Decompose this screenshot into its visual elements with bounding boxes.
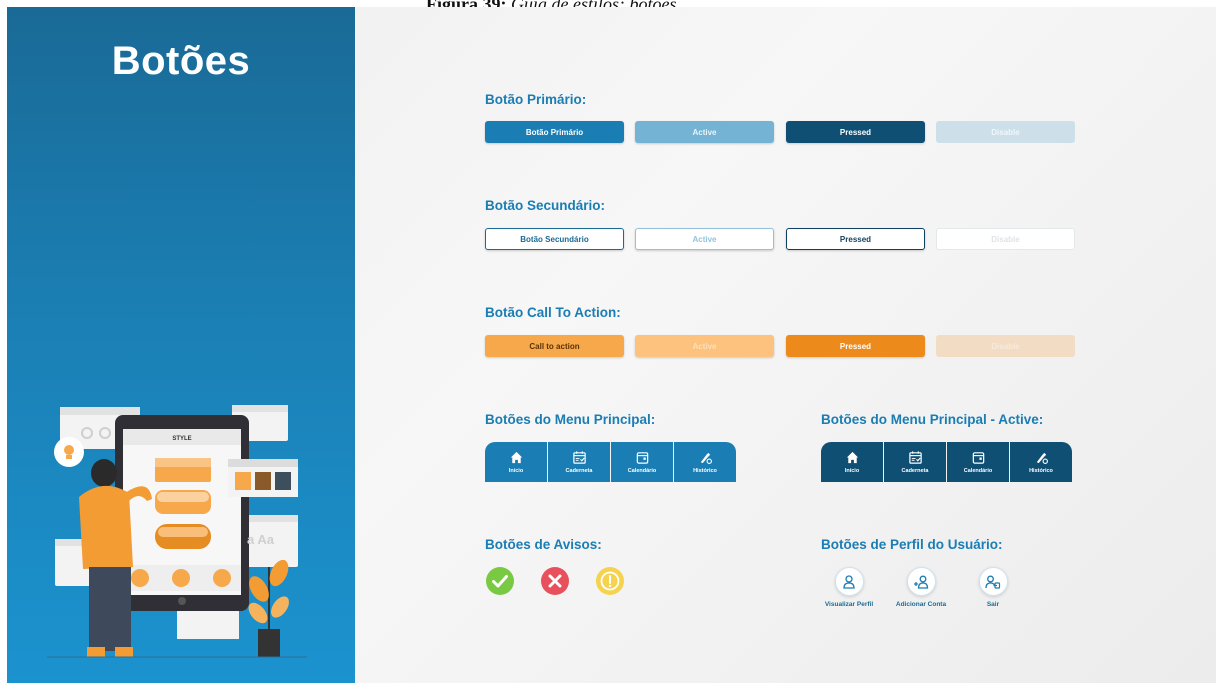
primary-button-pressed[interactable]: Pressed bbox=[786, 121, 925, 143]
history-icon bbox=[700, 452, 712, 464]
calendar-check-icon bbox=[572, 451, 586, 464]
home-icon bbox=[510, 451, 522, 464]
profile-label: Sair bbox=[986, 601, 1000, 608]
profile-section-title: Botões de Perfil do Usuário: bbox=[821, 537, 1003, 552]
profile-label: Adicionar Conta bbox=[895, 601, 947, 608]
illustration-text-sample: a Aa bbox=[247, 532, 275, 547]
menu-section-title: Botões do Menu Principal: bbox=[485, 412, 656, 427]
menu-item-historico-active[interactable]: Histórico bbox=[1010, 442, 1072, 482]
left-panel: Botões STYLE a Aa bbox=[7, 7, 355, 683]
calendar-icon bbox=[636, 452, 648, 464]
menu-item-calendario-active[interactable]: Calendário bbox=[947, 442, 1009, 482]
cta-button-disabled: Disable bbox=[936, 335, 1075, 357]
menu-item-label: Histórico bbox=[1029, 468, 1053, 474]
menu-item-label: Calendário bbox=[963, 468, 993, 474]
success-icon[interactable] bbox=[486, 567, 514, 595]
menu-item-caderneta[interactable]: Caderneta bbox=[548, 442, 610, 482]
main-menu: Início Caderneta Calendário Histórico bbox=[485, 442, 737, 482]
style-guide-frame: Botões STYLE a Aa Botão Primário: Botão … bbox=[7, 7, 1216, 683]
menu-item-label: Caderneta bbox=[901, 468, 929, 474]
secondary-button-active[interactable]: Active bbox=[635, 228, 774, 250]
secondary-button-disabled: Disable bbox=[936, 228, 1075, 250]
alerts-section-title: Botões de Avisos: bbox=[485, 537, 602, 552]
logout-button[interactable]: Sair bbox=[948, 567, 1038, 613]
menu-item-inicio[interactable]: Início bbox=[485, 442, 547, 482]
primary-button[interactable]: Botão Primário bbox=[485, 121, 624, 143]
main-menu-active: Início Caderneta Calendário Histórico bbox=[821, 442, 1073, 482]
calendar-check-icon bbox=[908, 451, 922, 464]
profile-label: Visualizar Perfil bbox=[824, 601, 874, 608]
primary-section-title: Botão Primário: bbox=[485, 92, 587, 107]
menu-item-label: Caderneta bbox=[565, 468, 593, 474]
home-icon bbox=[846, 451, 858, 464]
secondary-button-pressed[interactable]: Pressed bbox=[786, 228, 925, 250]
menu-active-section-title: Botões do Menu Principal - Active: bbox=[821, 412, 1044, 427]
cta-button-pressed[interactable]: Pressed bbox=[786, 335, 925, 357]
add-user-icon bbox=[914, 575, 929, 589]
cta-button[interactable]: Call to action bbox=[485, 335, 624, 357]
cta-section-title: Botão Call To Action: bbox=[485, 305, 621, 320]
warning-icon[interactable] bbox=[596, 567, 624, 595]
illustration-style-label: STYLE bbox=[172, 436, 191, 442]
history-icon bbox=[1036, 452, 1048, 464]
cta-button-active[interactable]: Active bbox=[635, 335, 774, 357]
user-icon bbox=[843, 574, 855, 589]
menu-item-caderneta-active[interactable]: Caderneta bbox=[884, 442, 946, 482]
menu-item-label: Início bbox=[844, 468, 860, 474]
calendar-icon bbox=[972, 452, 984, 464]
menu-item-label: Início bbox=[508, 468, 524, 474]
primary-button-active[interactable]: Active bbox=[635, 121, 774, 143]
secondary-section-title: Botão Secundário: bbox=[485, 198, 606, 213]
menu-item-calendario[interactable]: Calendário bbox=[611, 442, 673, 482]
menu-item-inicio-active[interactable]: Início bbox=[821, 442, 883, 482]
menu-item-label: Histórico bbox=[693, 468, 717, 474]
designer-illustration: STYLE a Aa bbox=[47, 405, 307, 658]
menu-item-historico[interactable]: Histórico bbox=[674, 442, 736, 482]
primary-button-disabled: Disable bbox=[936, 121, 1075, 143]
error-icon[interactable] bbox=[541, 567, 569, 595]
menu-item-label: Calendário bbox=[627, 468, 657, 474]
logout-user-icon bbox=[985, 575, 1001, 589]
secondary-button[interactable]: Botão Secundário bbox=[485, 228, 624, 250]
